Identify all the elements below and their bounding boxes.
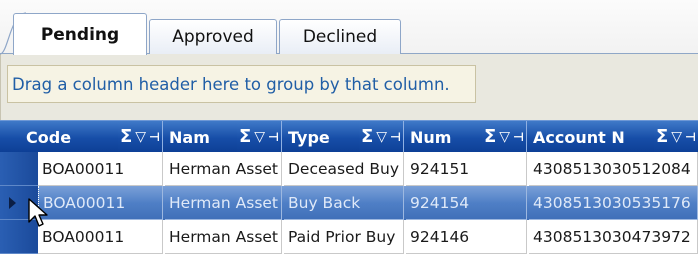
group-by-panel[interactable]: Drag a column header here to group by th…: [0, 54, 698, 120]
column-header-label: Nam: [169, 127, 210, 147]
filter-icon[interactable]: ▽: [499, 130, 510, 144]
tab-declined[interactable]: Declined: [279, 19, 401, 54]
sum-icon[interactable]: Σ: [361, 128, 373, 146]
cell-num[interactable]: 924146: [406, 220, 527, 254]
mouse-pointer-icon: [28, 198, 48, 227]
table-row-selected[interactable]: BOA00011 Herman Asset Buy Back 924154 43…: [0, 186, 698, 220]
pin-icon[interactable]: ⊣: [390, 131, 401, 143]
pin-icon[interactable]: ⊣: [685, 131, 696, 143]
column-header-label: Num: [410, 127, 452, 147]
column-header-account[interactable]: Account N Σ ▽ ⊣: [529, 121, 698, 153]
grid-header-row: Code Σ ▽ ⊣ Nam Σ ▽ ⊣ Type Σ ▽ ⊣ Num Σ ▽ …: [0, 120, 698, 153]
sum-icon[interactable]: Σ: [239, 128, 251, 146]
column-header-name[interactable]: Nam Σ ▽ ⊣: [165, 121, 282, 153]
cell-account[interactable]: 4308513030473972: [529, 220, 698, 254]
cell-type[interactable]: Buy Back: [284, 186, 404, 220]
table-row[interactable]: BOA00011 Herman Asset Deceased Buy 92415…: [0, 152, 698, 186]
data-grid: Code Σ ▽ ⊣ Nam Σ ▽ ⊣ Type Σ ▽ ⊣ Num Σ ▽ …: [0, 120, 698, 261]
cell-code[interactable]: BOA00011: [38, 186, 163, 220]
group-by-hint: Drag a column header here to group by th…: [7, 65, 476, 103]
sum-icon[interactable]: Σ: [656, 128, 668, 146]
cell-name[interactable]: Herman Asset: [165, 152, 282, 186]
column-header-num[interactable]: Num Σ ▽ ⊣: [406, 121, 527, 153]
cell-name[interactable]: Herman Asset: [165, 186, 282, 220]
pin-icon[interactable]: ⊣: [513, 131, 524, 143]
filter-icon[interactable]: ▽: [376, 130, 387, 144]
pin-icon[interactable]: ⊣: [268, 131, 279, 143]
tab-pending[interactable]: Pending: [13, 13, 147, 55]
filter-icon[interactable]: ▽: [135, 130, 146, 144]
cell-type[interactable]: Deceased Buy: [284, 152, 404, 186]
column-header-label: Account N: [533, 127, 625, 147]
tab-strip: Pending Approved Declined: [0, 0, 698, 55]
cell-account[interactable]: 4308513030535176: [529, 186, 698, 220]
filter-icon[interactable]: ▽: [671, 130, 682, 144]
cell-name[interactable]: Herman Asset: [165, 220, 282, 254]
column-header-type[interactable]: Type Σ ▽ ⊣: [284, 121, 404, 153]
sum-icon[interactable]: Σ: [120, 128, 132, 146]
column-header-label: Type: [288, 127, 330, 147]
row-selector[interactable]: [0, 152, 38, 186]
pin-icon[interactable]: ⊣: [149, 131, 160, 143]
sum-icon[interactable]: Σ: [484, 128, 496, 146]
cell-num[interactable]: 924151: [406, 152, 527, 186]
column-header-label: Code: [26, 127, 72, 147]
cell-num[interactable]: 924154: [406, 186, 527, 220]
filter-icon[interactable]: ▽: [254, 130, 265, 144]
column-header-code[interactable]: Code Σ ▽ ⊣: [22, 121, 163, 153]
cell-code[interactable]: BOA00011: [38, 152, 163, 186]
tab-approved[interactable]: Approved: [149, 19, 277, 54]
cell-type[interactable]: Paid Prior Buy: [284, 220, 404, 254]
cell-account[interactable]: 4308513030512084: [529, 152, 698, 186]
table-row[interactable]: BOA00011 Herman Asset Paid Prior Buy 924…: [0, 220, 698, 254]
cell-code[interactable]: BOA00011: [38, 220, 163, 254]
